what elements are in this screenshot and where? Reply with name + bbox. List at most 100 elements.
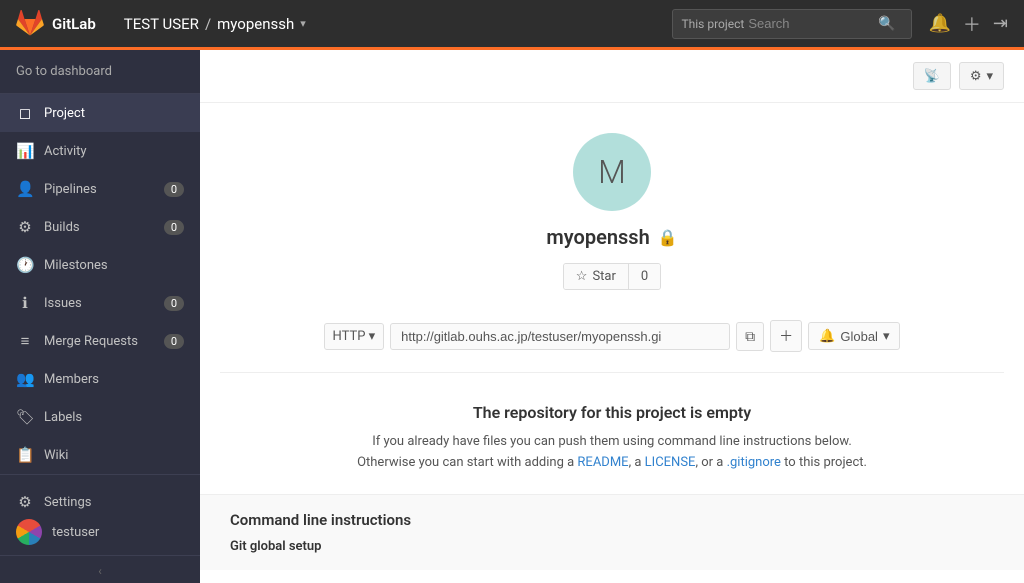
sidebar-label-builds: Builds bbox=[44, 220, 154, 235]
pipelines-badge: 0 bbox=[164, 182, 184, 197]
star-button[interactable]: ☆ Star bbox=[564, 264, 629, 289]
breadcrumb-project[interactable]: myopenssh bbox=[217, 15, 294, 33]
star-icon: ☆ bbox=[576, 269, 588, 284]
sidebar-label-milestones: Milestones bbox=[44, 258, 184, 273]
merge-requests-badge: 0 bbox=[164, 334, 184, 349]
empty-repo-desc1: If you already have files you can push t… bbox=[260, 432, 964, 453]
sidebar-label-issues: Issues bbox=[44, 296, 154, 311]
project-initial: M bbox=[598, 153, 626, 191]
main-toolbar: 📡 ⚙ ▾ bbox=[200, 50, 1024, 103]
sidebar-item-labels[interactable]: 🏷 Labels bbox=[0, 398, 200, 436]
project-avatar: M bbox=[573, 133, 651, 211]
signout-icon[interactable]: ⇥ bbox=[993, 13, 1008, 34]
layout: Go to dashboard ◻ Project 📊 Activity 👤 P… bbox=[0, 50, 1024, 583]
rss-button[interactable]: 📡 bbox=[913, 62, 951, 90]
gitlab-wordmark: GitLab bbox=[52, 15, 96, 33]
readme-link[interactable]: README bbox=[577, 455, 628, 470]
project-title: myopenssh 🔒 bbox=[546, 225, 677, 249]
sidebar-item-issues[interactable]: ℹ Issues 0 bbox=[0, 284, 200, 322]
builds-icon: ⚙ bbox=[16, 218, 34, 236]
sidebar-item-settings[interactable]: ⚙ Settings bbox=[16, 485, 184, 519]
wiki-icon: 📋 bbox=[16, 446, 34, 464]
cli-title: Command line instructions bbox=[230, 511, 994, 529]
sidebar-label-settings: Settings bbox=[44, 495, 184, 510]
members-icon: 👥 bbox=[16, 370, 34, 388]
milestones-icon: 🕐 bbox=[16, 256, 34, 274]
search-icon[interactable]: 🔍 bbox=[878, 16, 895, 32]
top-nav: GitLab TEST USER / myopenssh ▾ This proj… bbox=[0, 0, 1024, 50]
sidebar-label-project: Project bbox=[44, 106, 184, 121]
project-icon: ◻ bbox=[16, 104, 34, 122]
sidebar-dashboard-link[interactable]: Go to dashboard bbox=[0, 50, 200, 94]
search-scope-label: This project bbox=[681, 17, 744, 31]
breadcrumb-user[interactable]: TEST USER bbox=[124, 15, 199, 33]
labels-icon: 🏷 bbox=[16, 408, 34, 426]
sidebar-item-members[interactable]: 👥 Members bbox=[0, 360, 200, 398]
sidebar-collapse-button[interactable]: ‹ bbox=[0, 555, 200, 583]
notification-button[interactable]: 🔔 Global ▾ bbox=[808, 322, 900, 350]
gitignore-link[interactable]: .gitignore bbox=[727, 455, 781, 470]
gitlab-logo-icon bbox=[16, 10, 44, 38]
empty-repo-title: The repository for this project is empty bbox=[260, 403, 964, 422]
cli-section: Command line instructions Git global set… bbox=[200, 494, 1024, 570]
sidebar-item-merge-requests[interactable]: ≡ Merge Requests 0 bbox=[0, 322, 200, 360]
sidebar-item-wiki[interactable]: 📋 Wiki bbox=[0, 436, 200, 474]
settings-icon: ⚙ bbox=[16, 493, 34, 511]
sidebar-item-pipelines[interactable]: 👤 Pipelines 0 bbox=[0, 170, 200, 208]
sidebar-label-wiki: Wiki bbox=[44, 448, 184, 463]
add-icon[interactable]: ＋ bbox=[963, 11, 981, 37]
notification-chevron-icon: ▾ bbox=[883, 328, 890, 344]
sidebar-item-activity[interactable]: 📊 Activity bbox=[0, 132, 200, 170]
main-content: 📡 ⚙ ▾ M myopenssh 🔒 ☆ Star 0 bbox=[200, 50, 1024, 583]
gitlab-logo[interactable]: GitLab bbox=[16, 10, 96, 38]
search-input[interactable] bbox=[748, 16, 878, 31]
sidebar-label-merge-requests: Merge Requests bbox=[44, 334, 154, 349]
breadcrumb-separator: / bbox=[205, 15, 211, 33]
sidebar-item-milestones[interactable]: 🕐 Milestones bbox=[0, 246, 200, 284]
cli-subtitle: Git global setup bbox=[230, 539, 994, 554]
gear-icon: ⚙ bbox=[970, 68, 982, 84]
empty-repo-section: The repository for this project is empty… bbox=[200, 383, 1024, 494]
merge-requests-icon: ≡ bbox=[16, 332, 34, 350]
issues-badge: 0 bbox=[164, 296, 184, 311]
breadcrumb-chevron-icon[interactable]: ▾ bbox=[300, 17, 306, 30]
sidebar-username: testuser bbox=[52, 525, 99, 540]
empty-repo-desc2: Otherwise you can start with adding a RE… bbox=[260, 453, 964, 474]
sidebar-user[interactable]: testuser bbox=[16, 519, 184, 545]
sidebar: Go to dashboard ◻ Project 📊 Activity 👤 P… bbox=[0, 50, 200, 583]
clone-protocol-label: HTTP ▾ bbox=[333, 329, 376, 344]
breadcrumb: TEST USER / myopenssh ▾ bbox=[124, 15, 657, 33]
rss-icon: 📡 bbox=[924, 68, 940, 84]
notification-label: Global bbox=[840, 329, 878, 344]
sidebar-label-members: Members bbox=[44, 372, 184, 387]
sidebar-label-pipelines: Pipelines bbox=[44, 182, 154, 197]
sidebar-item-project[interactable]: ◻ Project bbox=[0, 94, 200, 132]
copy-url-button[interactable]: ⧉ bbox=[736, 322, 764, 351]
settings-dropdown-button[interactable]: ⚙ ▾ bbox=[959, 62, 1004, 90]
add-key-button[interactable]: ＋ bbox=[770, 320, 802, 352]
clone-protocol-select[interactable]: HTTP ▾ bbox=[324, 323, 385, 350]
copy-icon: ⧉ bbox=[745, 328, 755, 344]
search-box[interactable]: This project 🔍 bbox=[672, 9, 912, 39]
star-button-group: ☆ Star 0 bbox=[563, 263, 661, 290]
plus-icon: ＋ bbox=[779, 328, 793, 344]
sidebar-item-builds[interactable]: ⚙ Builds 0 bbox=[0, 208, 200, 246]
clone-url-input[interactable] bbox=[390, 323, 730, 350]
nav-icons: 🔔 ＋ ⇥ bbox=[928, 11, 1008, 37]
license-link[interactable]: LICENSE bbox=[645, 455, 696, 470]
builds-badge: 0 bbox=[164, 220, 184, 235]
settings-chevron-icon: ▾ bbox=[986, 68, 993, 84]
notifications-icon[interactable]: 🔔 bbox=[928, 13, 950, 34]
sidebar-label-labels: Labels bbox=[44, 410, 184, 425]
project-header: M myopenssh 🔒 ☆ Star 0 bbox=[200, 103, 1024, 310]
lock-icon: 🔒 bbox=[658, 228, 678, 247]
sidebar-footer: ⚙ Settings testuser bbox=[0, 474, 200, 555]
sidebar-label-activity: Activity bbox=[44, 144, 184, 159]
star-count[interactable]: 0 bbox=[629, 264, 660, 289]
bell-icon: 🔔 bbox=[819, 328, 835, 344]
pipelines-icon: 👤 bbox=[16, 180, 34, 198]
issues-icon: ℹ bbox=[16, 294, 34, 312]
star-label-text: Star bbox=[592, 269, 615, 284]
activity-icon: 📊 bbox=[16, 142, 34, 160]
project-name: myopenssh bbox=[546, 225, 649, 249]
